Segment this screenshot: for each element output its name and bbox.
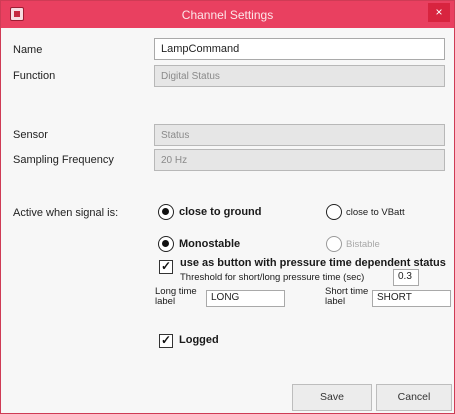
close-to-ground-label: close to ground [179,206,262,218]
close-to-vbatt-label: close to VBatt [346,207,405,218]
button-mode-label: use as button with pressure time depende… [180,257,446,269]
sampling-frequency-label: Sampling Frequency [13,154,114,166]
function-label: Function [13,70,56,82]
name-label: Name [13,44,43,56]
threshold-input[interactable]: 0.3 [393,269,419,286]
sensor-select[interactable]: Status [154,124,445,146]
long-time-input[interactable]: LONG [206,290,285,307]
close-button[interactable]: × [428,3,450,22]
short-time-label: Short time label [325,286,369,307]
active-when-label: Active when signal is: [13,207,119,219]
sampling-frequency-select[interactable]: 20 Hz [154,149,445,171]
save-button[interactable]: Save [292,384,372,411]
channel-settings-window: Channel Settings × Name LampCommand Func… [0,0,455,414]
short-time-input[interactable]: SHORT [372,290,451,307]
bistable-radio[interactable] [326,236,342,252]
monostable-label: Monostable [179,238,241,250]
window-title: Channel Settings [181,8,274,22]
name-input[interactable]: LampCommand [154,38,445,60]
button-mode-checkbox[interactable]: ✓ [159,260,173,274]
logged-checkbox[interactable]: ✓ [159,334,173,348]
close-to-ground-radio[interactable] [158,204,174,220]
close-to-vbatt-radio[interactable] [326,204,342,220]
threshold-label: Threshold for short/long pressure time (… [180,272,365,283]
monostable-radio[interactable] [158,236,174,252]
function-select[interactable]: Digital Status [154,65,445,87]
title-bar: Channel Settings × [1,1,454,28]
bistable-label: Bistable [346,239,380,250]
logged-label: Logged [179,334,219,346]
cancel-button[interactable]: Cancel [376,384,452,411]
sensor-label: Sensor [13,129,48,141]
long-time-label: Long time label [155,286,197,307]
